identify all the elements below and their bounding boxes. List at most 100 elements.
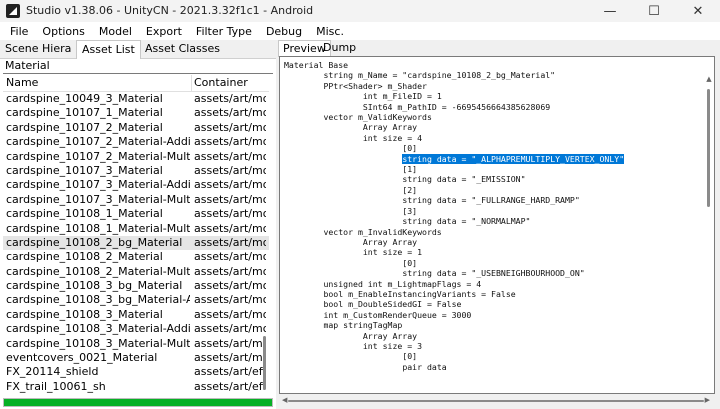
column-header-container[interactable]: Container xyxy=(194,75,266,91)
maximize-button[interactable]: ☐ xyxy=(632,0,676,22)
dump-line: Array Array xyxy=(362,330,418,341)
table-row[interactable]: cardspine_10108_3_Material-Additive asset… xyxy=(3,322,269,336)
table-row[interactable]: cardspine_10107_3_Material-Multiply asset… xyxy=(3,193,269,207)
asset-name: cardspine_10108_3_Material xyxy=(6,307,163,321)
asset-name: eventcovers_0021_Material xyxy=(6,351,158,365)
asset-container: assets/art/mod xyxy=(194,207,266,221)
dump-line: int m_CustomRenderQueue = 3000 xyxy=(323,309,472,320)
asset-container: assets/art/mod xyxy=(194,307,266,321)
asset-rows: cardspine_10049_3_Material assets/art/mod… xyxy=(3,92,269,394)
dump-horizontal-scrollbar[interactable]: ◀ ▶ xyxy=(282,396,710,406)
menu-export[interactable]: Export xyxy=(139,25,189,38)
table-row[interactable]: cardspine_10049_3_Material assets/art/mod xyxy=(3,92,269,106)
dump-line: SInt64 m_PathID = -6695456664385628069 xyxy=(362,101,551,112)
asset-container: assets/art/mod xyxy=(194,264,266,278)
asset-name: cardspine_10108_2_Material xyxy=(6,250,163,264)
asset-container: assets/art/mod xyxy=(194,336,266,350)
table-row[interactable]: cardspine_10107_3_Material assets/art/mod xyxy=(3,164,269,178)
dump-line: [1] xyxy=(402,164,418,175)
tab-dump[interactable]: Dump xyxy=(319,40,360,56)
column-header-name[interactable]: Name xyxy=(6,75,190,91)
close-button[interactable]: ✕ xyxy=(676,0,720,22)
dump-line: bool m_DoubleSidedGI = False xyxy=(323,299,462,310)
dump-line: Material Base xyxy=(284,60,349,70)
table-row[interactable]: cardspine_10108_2_Material assets/art/mod xyxy=(3,250,269,264)
filter-input[interactable]: Material xyxy=(3,59,275,73)
dump-line: Array Array xyxy=(362,236,418,247)
tab-asset-classes[interactable]: Asset Classes xyxy=(140,40,225,58)
table-row[interactable]: cardspine_10108_1_Material-Multiply asset… xyxy=(3,222,269,236)
scroll-left-arrow-icon[interactable]: ◀ xyxy=(282,396,287,404)
menu-file[interactable]: File xyxy=(0,25,35,38)
tab-asset-list[interactable]: Asset List xyxy=(76,40,141,59)
table-row[interactable]: cardspine_10107_3_Material-Additive asset… xyxy=(3,178,269,192)
menu-model[interactable]: Model xyxy=(92,25,139,38)
dump-text-area[interactable]: Material Base string m_Name = "cardspine… xyxy=(279,56,715,394)
asset-name: cardspine_10108_3_Material-Additive xyxy=(6,322,190,336)
app-icon xyxy=(6,4,20,18)
dump-line: PPtr<Shader> m_Shader xyxy=(323,80,427,91)
asset-container: assets/art/mod xyxy=(194,135,266,149)
table-row[interactable]: FX_trail_10061_sh assets/art/effe xyxy=(3,380,269,394)
dump-line: vector m_InvalidKeywords xyxy=(323,226,442,237)
asset-container: assets/art/mod xyxy=(194,250,266,264)
scroll-up-arrow-icon[interactable]: ▲ xyxy=(704,75,714,85)
menu-bar: File Options Model Export Filter Type De… xyxy=(0,22,720,40)
list-header: Name Container xyxy=(3,75,269,92)
dump-line: string data = "_ALPHAPREMULTIPLY_VERTEX_… xyxy=(284,153,625,164)
dump-line: int size = 3 xyxy=(362,340,423,351)
scroll-right-arrow-icon[interactable]: ▶ xyxy=(705,396,710,404)
dump-line: [0] xyxy=(402,351,418,362)
menu-options[interactable]: Options xyxy=(35,25,91,38)
asset-name: cardspine_10108_2_Material-Multiply xyxy=(6,264,190,278)
table-row[interactable]: cardspine_10108_3_bg_Material-Additive as… xyxy=(3,293,269,307)
progress-bar xyxy=(3,398,273,407)
asset-container: assets/art/mod xyxy=(194,149,266,163)
table-row[interactable]: eventcovers_0021_Material assets/art/mod xyxy=(3,351,269,365)
dump-line: map stringTagMap xyxy=(323,320,403,331)
list-scrollbar[interactable] xyxy=(263,336,266,390)
dump-line: int m_FileID = 1 xyxy=(362,91,442,102)
dump-vertical-scrollbar[interactable] xyxy=(707,89,710,207)
asset-name: cardspine_10107_3_Material-Multiply xyxy=(6,192,190,206)
menu-filter-type[interactable]: Filter Type xyxy=(189,25,259,38)
asset-container: assets/art/mod xyxy=(194,163,266,177)
table-row[interactable]: cardspine_10107_1_Material assets/art/mod xyxy=(3,106,269,120)
table-row[interactable]: cardspine_10108_2_Material-Multiply asset… xyxy=(3,265,269,279)
table-row[interactable]: cardspine_10107_2_Material-Multiply asset… xyxy=(3,150,269,164)
menu-debug[interactable]: Debug xyxy=(259,25,309,38)
dump-line: [3] xyxy=(402,205,418,216)
selected-text: string data = "_ALPHAPREMULTIPLY_VERTEX_… xyxy=(402,153,625,164)
asset-container: assets/art/mod xyxy=(194,235,266,249)
asset-name: cardspine_10108_3_bg_Material-Additive xyxy=(6,293,190,307)
table-row[interactable]: cardspine_10108_1_Material assets/art/mod xyxy=(3,207,269,221)
dump-line: Array Array xyxy=(362,122,418,133)
table-row[interactable]: cardspine_10108_2_bg_Material assets/art/… xyxy=(3,235,269,251)
dump-code: Material Base string m_Name = "cardspine… xyxy=(284,60,625,372)
dump-line: pair data xyxy=(402,361,447,372)
table-row[interactable]: FX_20114_shield assets/art/effe xyxy=(3,365,269,379)
asset-panel: Scene Hierarchy Asset List Asset Classes… xyxy=(0,40,276,409)
asset-container: assets/art/mod xyxy=(194,192,266,206)
minimize-button[interactable]: — xyxy=(588,0,632,22)
dump-line: [0] xyxy=(402,143,418,154)
asset-name: cardspine_10107_2_Material-Additive xyxy=(6,135,190,149)
table-row[interactable]: cardspine_10108_3_bg_Material assets/art/… xyxy=(3,279,269,293)
dump-line: [0] xyxy=(402,257,418,268)
asset-container: assets/art/mod xyxy=(194,178,266,192)
column-separator[interactable] xyxy=(191,75,192,91)
asset-list[interactable]: Name Container cardspine_10049_3_Materia… xyxy=(3,75,269,395)
horizontal-scroll-thumb[interactable] xyxy=(288,400,704,402)
dump-line: vector m_ValidKeywords xyxy=(323,112,432,123)
asset-name: cardspine_10108_2_bg_Material xyxy=(6,235,183,249)
table-row[interactable]: cardspine_10108_3_Material-Multiply asset… xyxy=(3,337,269,351)
table-row[interactable]: cardspine_10107_2_Material assets/art/mod xyxy=(3,121,269,135)
asset-container: assets/art/mod xyxy=(194,120,266,134)
filter-underline xyxy=(3,73,273,74)
tab-scene-hierarchy[interactable]: Scene Hierarchy xyxy=(0,40,72,58)
asset-name: FX_20114_shield xyxy=(6,365,99,379)
dump-line: unsigned int m_LightmapFlags = 4 xyxy=(323,278,482,289)
table-row[interactable]: cardspine_10108_3_Material assets/art/mod xyxy=(3,308,269,322)
menu-misc[interactable]: Misc. xyxy=(309,25,351,38)
table-row[interactable]: cardspine_10107_2_Material-Additive asset… xyxy=(3,135,269,149)
